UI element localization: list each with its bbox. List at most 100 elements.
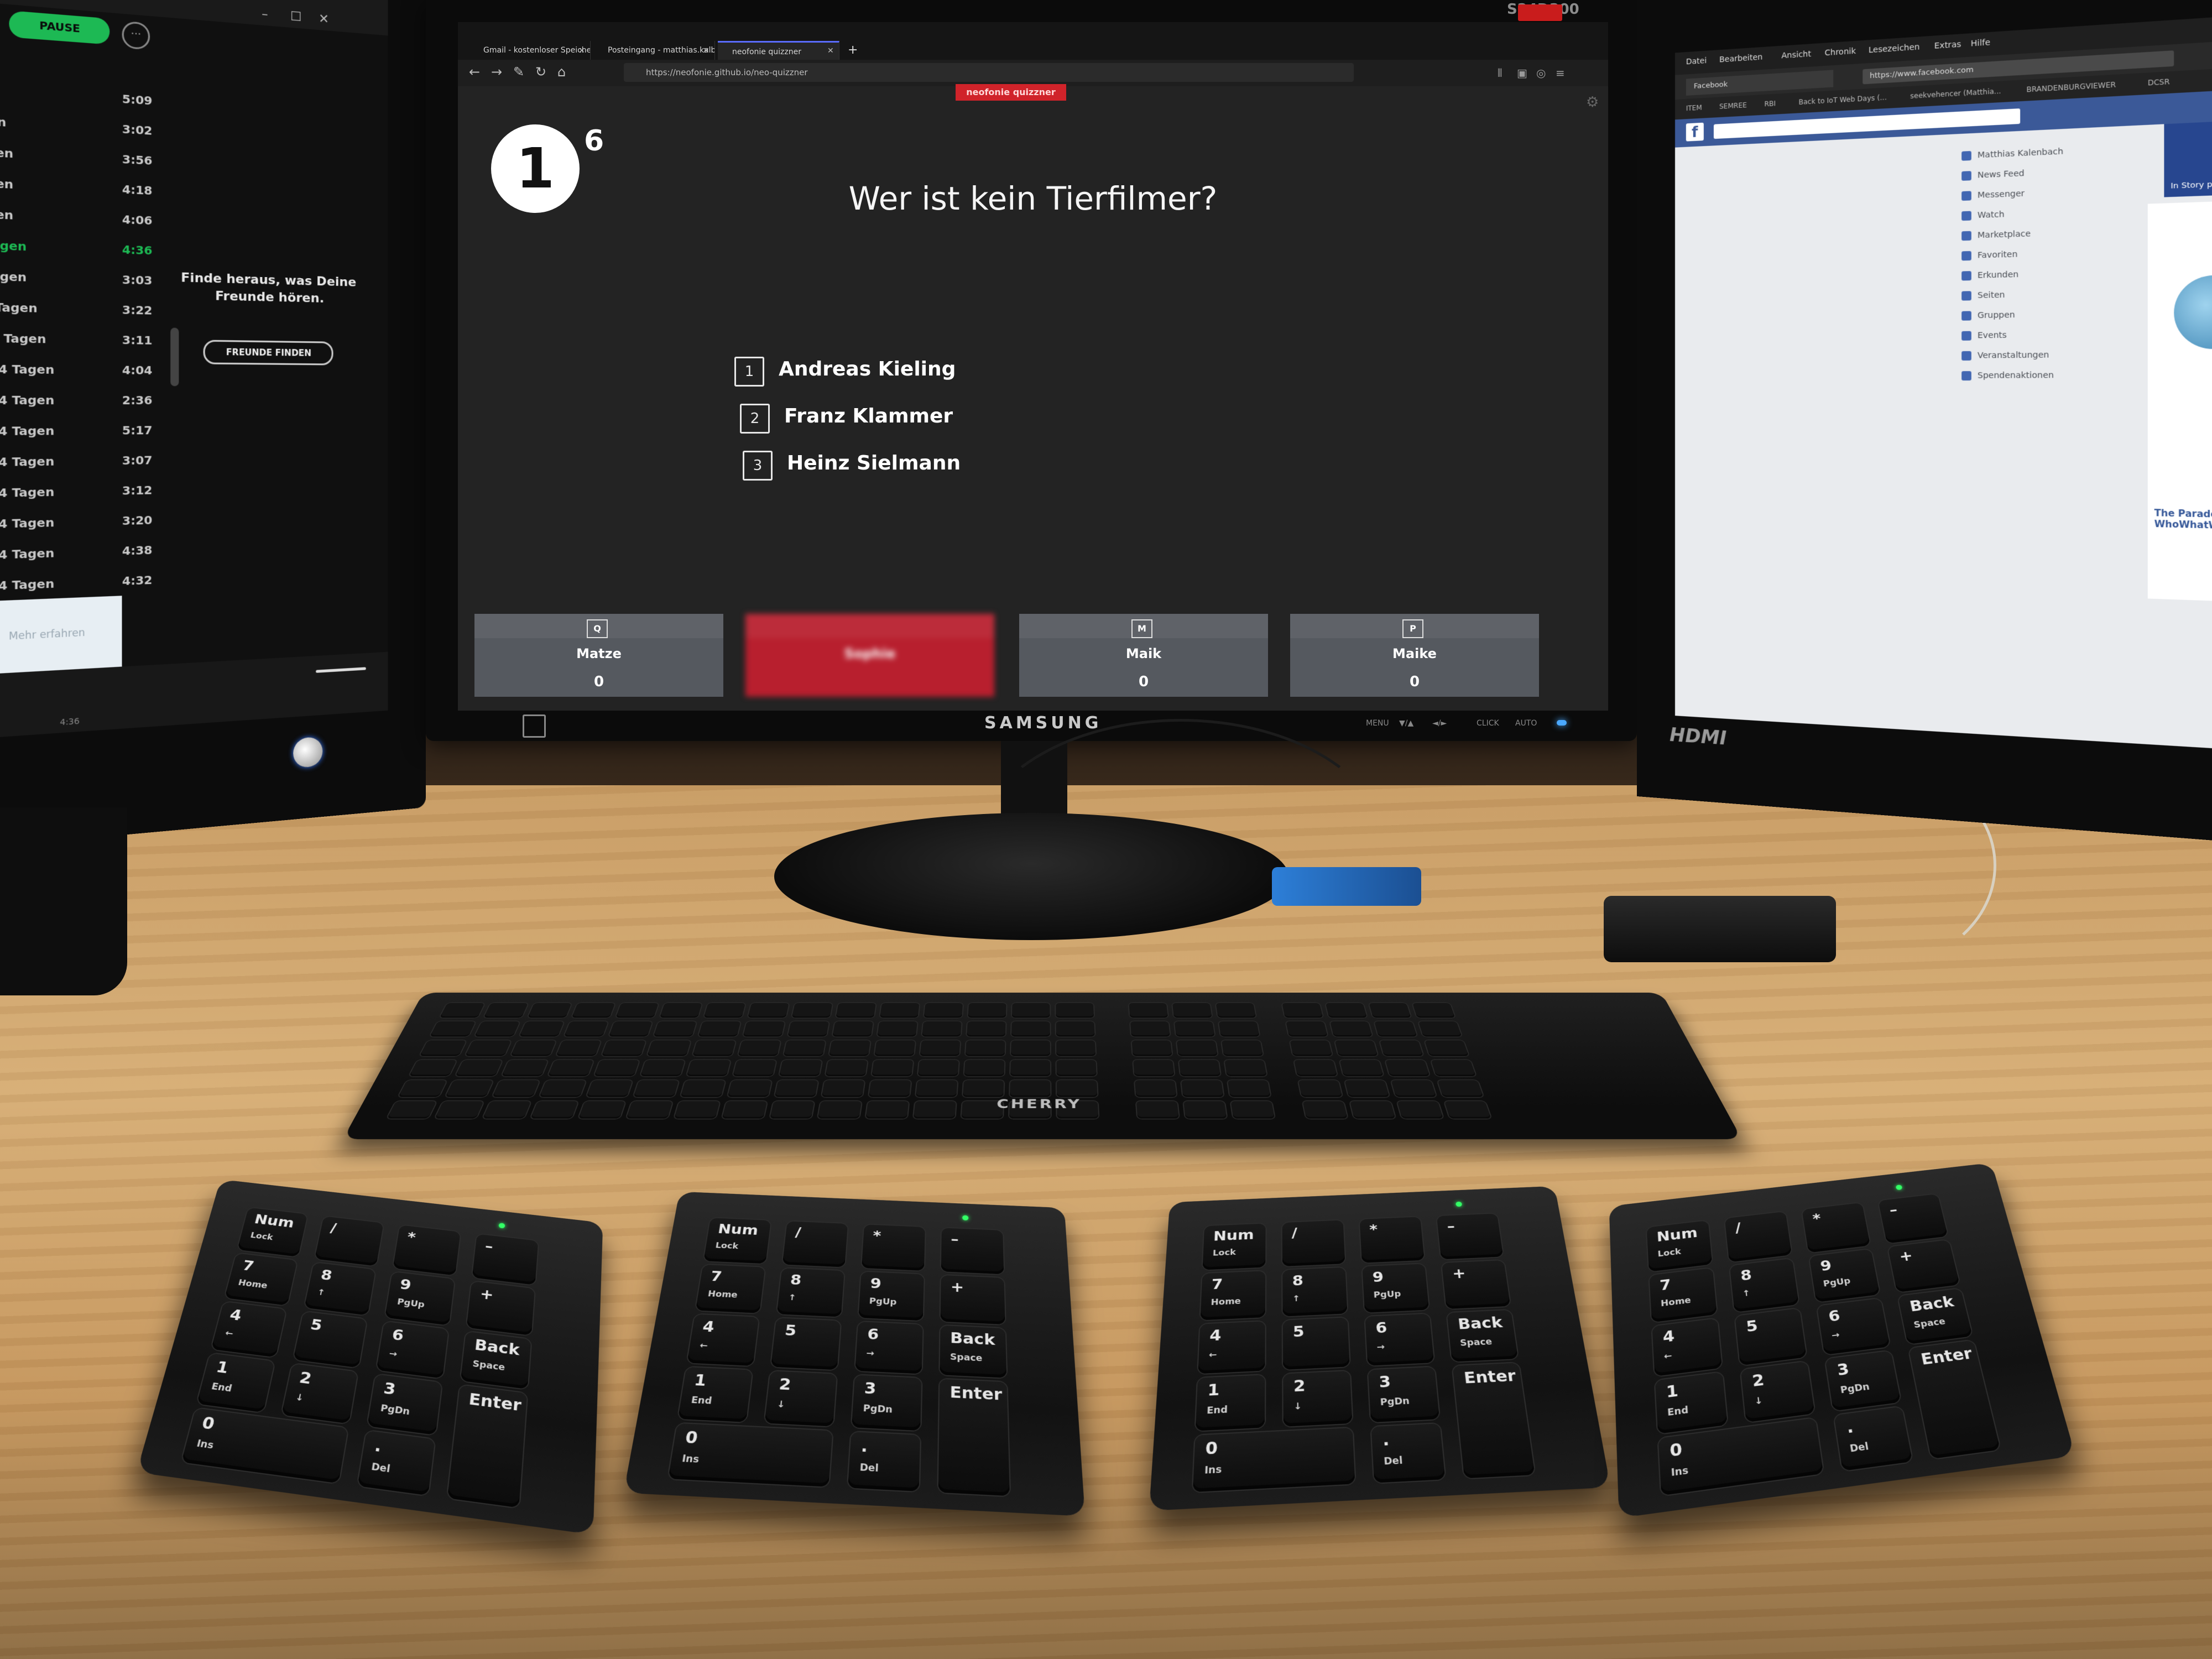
numpad-key[interactable]: 0 Ins: [668, 1423, 833, 1487]
keyboard-key[interactable]: [922, 1021, 962, 1037]
keyboard-key[interactable]: [387, 1101, 437, 1119]
track-row[interactable]: vor 4 Tagen 2:36: [0, 385, 158, 416]
numpad-key[interactable]: –: [1436, 1213, 1504, 1260]
numpad-key[interactable]: 6 →: [376, 1321, 449, 1379]
numpad-key[interactable]: *: [1359, 1217, 1425, 1263]
keyboard-key[interactable]: [455, 1060, 503, 1077]
keyboard-key[interactable]: [836, 1003, 877, 1018]
facebook-nav-item[interactable]: Erkunden: [1961, 270, 2018, 281]
tools-icon[interactable]: ✎: [513, 64, 524, 80]
numpad-key[interactable]: 5: [1735, 1308, 1807, 1366]
forward-arrow-icon[interactable]: →: [491, 64, 502, 80]
numpad-key[interactable]: 8 ↑: [776, 1267, 844, 1317]
facebook-nav-item[interactable]: News Feed: [1961, 169, 2025, 181]
keyboard-key[interactable]: [743, 1021, 785, 1037]
keyboard-key[interactable]: [1010, 1040, 1051, 1056]
keyboard-key[interactable]: [968, 1003, 1006, 1018]
facebook-nav-item[interactable]: Events: [1961, 331, 2007, 341]
numpad-key[interactable]: 9 PgUp: [858, 1271, 924, 1321]
keyboard-key[interactable]: [832, 1021, 874, 1037]
numpad-key[interactable]: *: [393, 1225, 461, 1276]
numpad-key[interactable]: 4 ←: [1652, 1318, 1723, 1376]
keyboard-key[interactable]: [586, 1080, 633, 1097]
keyboard-key[interactable]: [738, 1040, 781, 1056]
story-card[interactable]: In Story posten: [2164, 119, 2212, 197]
more-options-button[interactable]: ···: [122, 20, 150, 50]
facebook-nav-item[interactable]: Marketplace: [1961, 229, 2031, 241]
keyboard-key[interactable]: [1444, 1101, 1491, 1119]
keyboard[interactable]: CHERRY: [343, 992, 1742, 1139]
keyboard-key[interactable]: [1374, 1021, 1417, 1037]
numpad-key[interactable]: *: [861, 1224, 925, 1271]
keyboard-key[interactable]: [608, 1021, 653, 1037]
numpad-key[interactable]: 8 ↑: [304, 1262, 376, 1316]
keyboard-key[interactable]: [868, 1080, 911, 1097]
numpad-key[interactable]: /: [1724, 1211, 1792, 1262]
keyboard-key[interactable]: [727, 1080, 772, 1097]
keyboard-key[interactable]: [659, 1003, 702, 1018]
keyboard-key[interactable]: [1385, 1060, 1430, 1077]
keyboard-key[interactable]: [828, 1040, 871, 1056]
keyboard-key[interactable]: [817, 1101, 862, 1119]
numpad-key[interactable]: Num Lock: [703, 1218, 771, 1264]
keyboard-key[interactable]: [865, 1101, 909, 1119]
numpad-key[interactable]: 1 End: [196, 1353, 275, 1413]
player-panel-1[interactable]: Q Matze 0: [474, 614, 723, 697]
numpad-key[interactable]: +: [466, 1281, 535, 1335]
numpad-key[interactable]: –: [941, 1228, 1004, 1275]
keyboard-key[interactable]: [1282, 1003, 1323, 1018]
keyboard-key[interactable]: [733, 1060, 776, 1077]
keyboard-key[interactable]: [474, 1021, 520, 1037]
keyboard-key[interactable]: [1181, 1080, 1224, 1097]
numpad-key[interactable]: /: [782, 1221, 848, 1267]
numpad-key[interactable]: 2 ↓: [281, 1363, 358, 1424]
numpad-key[interactable]: 7 Home: [695, 1264, 765, 1313]
track-list-scrollbar[interactable]: [170, 327, 179, 387]
keyboard-key[interactable]: [1221, 1040, 1264, 1056]
numpad-key[interactable]: Num Lock: [1646, 1220, 1713, 1272]
keyboard-key[interactable]: [1298, 1080, 1343, 1097]
numpad-key[interactable]: Back Space: [1447, 1310, 1519, 1362]
bezel-button-click[interactable]: CLICK: [1477, 719, 1499, 728]
keyboard-key[interactable]: [1215, 1003, 1256, 1018]
numpad-key[interactable]: Back Space: [940, 1325, 1007, 1378]
track-row[interactable]: vor 4 Tagen 4:04: [0, 354, 158, 385]
numpad-key[interactable]: 1 End: [1195, 1374, 1265, 1431]
keyboard-key[interactable]: [674, 1101, 720, 1119]
numpad-key[interactable]: . Del: [1834, 1406, 1913, 1472]
keyboard-key[interactable]: [439, 1003, 485, 1018]
numpad-key[interactable]: +: [1887, 1239, 1960, 1293]
menu-icon[interactable]: ≡: [1556, 66, 1565, 80]
keyboard-key[interactable]: [698, 1021, 741, 1037]
tab-quizzner[interactable]: neofonie quizzner: [718, 41, 839, 60]
numpad-key[interactable]: 3 PgDn: [367, 1374, 442, 1436]
find-friends-button[interactable]: FREUNDE FINDEN: [203, 340, 333, 366]
keyboard-key[interactable]: [1010, 1080, 1051, 1097]
feed-link-title[interactable]: The Paradox of Global WhoWhatWhy: [2154, 508, 2212, 533]
keyboard-key[interactable]: [825, 1060, 868, 1077]
numpad-key[interactable]: 8 ↑: [1282, 1267, 1348, 1317]
numpad-key[interactable]: 7 Home: [1649, 1267, 1717, 1323]
keyboard-key[interactable]: [1369, 1003, 1411, 1018]
keyboard-key[interactable]: [626, 1101, 673, 1119]
keyboard-key[interactable]: [1391, 1080, 1437, 1097]
keyboard-key[interactable]: [913, 1101, 956, 1119]
keyboard-key[interactable]: [519, 1021, 565, 1037]
keyboard-key[interactable]: [1056, 1021, 1095, 1037]
keyboard-key[interactable]: [915, 1080, 958, 1097]
numpad-key[interactable]: 6 →: [1365, 1313, 1434, 1366]
keyboard-key[interactable]: [1334, 1040, 1378, 1056]
keyboard-key[interactable]: [1290, 1040, 1333, 1056]
keyboard-key[interactable]: [1230, 1101, 1275, 1119]
keyboard-key[interactable]: [1224, 1060, 1267, 1077]
numpad-key[interactable]: 4 ←: [687, 1314, 759, 1366]
settings-gear-icon[interactable]: ⚙: [1586, 94, 1599, 111]
keyboard-key[interactable]: [1056, 1003, 1094, 1018]
keyboard-key[interactable]: [601, 1040, 646, 1056]
player-panel-3[interactable]: M Maik 0: [1019, 614, 1268, 697]
numpad-key[interactable]: 2 ↓: [1740, 1361, 1815, 1423]
numpad-key[interactable]: 2 ↓: [1283, 1370, 1353, 1427]
facebook-nav-item[interactable]: Messenger: [1961, 189, 2025, 201]
keyboard-key[interactable]: [1056, 1040, 1096, 1056]
numpad-key[interactable]: . Del: [848, 1432, 921, 1491]
